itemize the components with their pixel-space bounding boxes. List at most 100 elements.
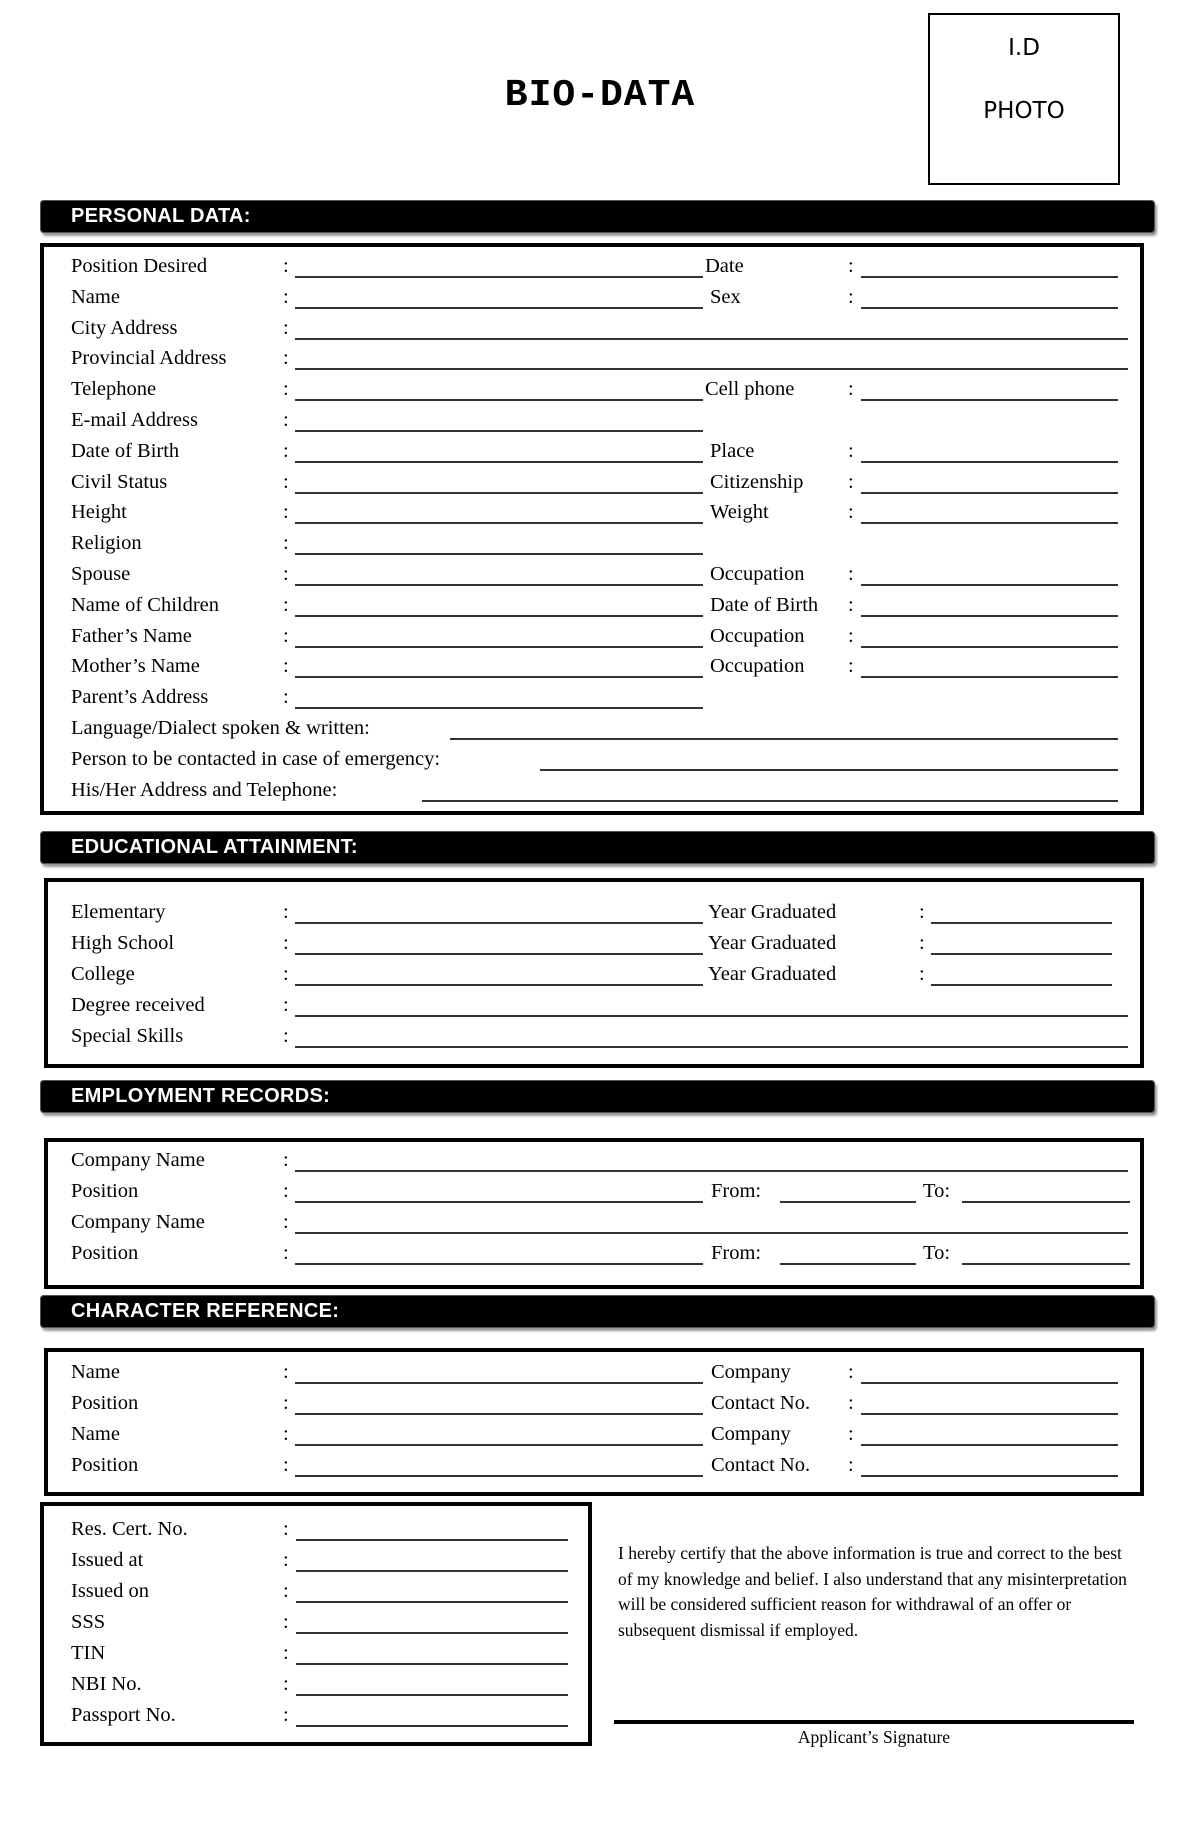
from-input-line[interactable] [780, 1263, 916, 1265]
field-label: Parent’s Address [71, 686, 209, 708]
field-input-line[interactable] [295, 492, 703, 494]
colon-separator: : [283, 901, 289, 923]
colon-separator: : [848, 501, 854, 523]
field-input-line[interactable] [861, 276, 1118, 278]
field-input-line[interactable] [861, 307, 1118, 309]
field-input-line[interactable] [295, 307, 703, 309]
field-input-line[interactable] [296, 1601, 568, 1603]
field-input-line[interactable] [861, 584, 1118, 586]
field-input-line[interactable] [295, 1201, 703, 1203]
colon-separator: : [283, 1704, 289, 1726]
colon-separator: : [283, 286, 289, 308]
field-input-line[interactable] [295, 1232, 1128, 1234]
field-input-line[interactable] [295, 1475, 703, 1477]
field-input-line[interactable] [295, 276, 703, 278]
to-input-line[interactable] [962, 1263, 1130, 1265]
field-label: His/Her Address and Telephone: [71, 779, 338, 801]
section-title: PERSONAL DATA: [71, 205, 251, 227]
field-input-line[interactable] [295, 368, 1128, 370]
colon-separator: : [848, 594, 854, 616]
field-input-line[interactable] [295, 461, 703, 463]
field-input-line[interactable] [295, 1444, 703, 1446]
colon-separator: : [283, 655, 289, 677]
field-input-line[interactable] [861, 1475, 1118, 1477]
field-input-line[interactable] [861, 492, 1118, 494]
field-input-line[interactable] [861, 1444, 1118, 1446]
signature-caption: Applicant’s Signature [797, 1727, 951, 1747]
field-label: Year Graduated [708, 932, 837, 954]
field-input-line[interactable] [295, 953, 703, 955]
field-input-line[interactable] [295, 1413, 703, 1415]
field-input-line[interactable] [295, 646, 703, 648]
colon-separator: : [283, 1025, 289, 1047]
field-label: Date [705, 255, 744, 277]
field-label: Weight [710, 501, 769, 523]
field-input-line[interactable] [296, 1663, 568, 1665]
field-label: Language/Dialect spoken & written: [71, 717, 370, 739]
field-input-line[interactable] [295, 553, 703, 555]
field-input-line[interactable] [296, 1632, 568, 1634]
field-input-line[interactable] [295, 1015, 1128, 1017]
id-photo-label-2: PHOTO [983, 98, 1065, 124]
id-photo-box[interactable]: I.D PHOTO [928, 13, 1120, 185]
field-input-line[interactable] [295, 430, 703, 432]
signature-line[interactable] [614, 1720, 1134, 1724]
field-label: Name [71, 1423, 120, 1445]
colon-separator: : [283, 409, 289, 431]
section-title: EDUCATIONAL ATTAINMENT: [71, 836, 358, 858]
field-input-line[interactable] [296, 1570, 568, 1572]
field-input-line[interactable] [295, 1263, 703, 1265]
colon-separator: : [283, 1580, 289, 1602]
field-input-line[interactable] [295, 1382, 703, 1384]
field-input-line[interactable] [295, 707, 703, 709]
field-label: Religion [71, 532, 142, 554]
field-input-line[interactable] [450, 738, 1118, 740]
field-input-line[interactable] [861, 646, 1118, 648]
field-input-line[interactable] [295, 676, 703, 678]
field-label: Position [71, 1392, 139, 1414]
field-label: Height [71, 501, 127, 523]
field-label: City Address [71, 317, 178, 339]
field-input-line[interactable] [931, 922, 1112, 924]
field-input-line[interactable] [295, 922, 703, 924]
field-input-line[interactable] [295, 584, 703, 586]
from-input-line[interactable] [780, 1201, 916, 1203]
to-input-line[interactable] [962, 1201, 1130, 1203]
colon-separator: : [283, 1549, 289, 1571]
field-input-line[interactable] [295, 1170, 1128, 1172]
field-input-line[interactable] [540, 769, 1118, 771]
field-input-line[interactable] [931, 984, 1112, 986]
field-label: Position [71, 1454, 139, 1476]
field-label: Civil Status [71, 471, 168, 493]
colon-separator: : [848, 625, 854, 647]
colon-separator: : [283, 1361, 289, 1383]
field-input-line[interactable] [295, 338, 1128, 340]
field-input-line[interactable] [295, 615, 703, 617]
field-input-line[interactable] [296, 1539, 568, 1541]
field-input-line[interactable] [295, 984, 703, 986]
colon-separator: : [283, 378, 289, 400]
colon-separator: : [848, 286, 854, 308]
field-label: Company Name [71, 1211, 205, 1233]
from-label: From: [711, 1180, 762, 1202]
field-input-line[interactable] [861, 522, 1118, 524]
colon-separator: : [848, 655, 854, 677]
field-input-line[interactable] [296, 1694, 568, 1696]
field-input-line[interactable] [861, 1382, 1118, 1384]
field-input-line[interactable] [295, 1046, 1128, 1048]
field-input-line[interactable] [861, 676, 1118, 678]
field-label: TIN [71, 1642, 106, 1664]
field-input-line[interactable] [861, 615, 1118, 617]
field-input-line[interactable] [295, 522, 703, 524]
colon-separator: : [283, 594, 289, 616]
field-input-line[interactable] [931, 953, 1112, 955]
field-label: Position [71, 1242, 139, 1264]
field-input-line[interactable] [861, 461, 1118, 463]
colon-separator: : [848, 1423, 854, 1445]
field-input-line[interactable] [861, 1413, 1118, 1415]
field-input-line[interactable] [422, 800, 1118, 802]
field-input-line[interactable] [861, 399, 1118, 401]
field-input-line[interactable] [296, 1725, 568, 1727]
field-input-line[interactable] [295, 399, 703, 401]
id-photo-label-1: I.D [1008, 35, 1040, 61]
